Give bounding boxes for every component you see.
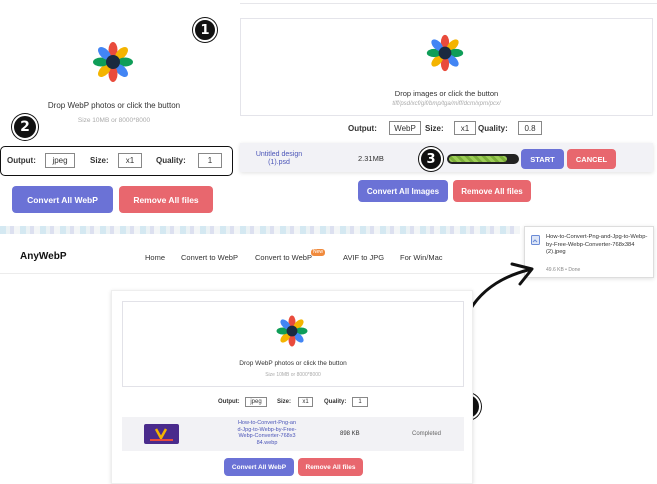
output-label: Output:	[7, 156, 36, 165]
file-size: 2.31MB	[358, 154, 384, 163]
progress-fill	[449, 156, 507, 162]
quality-label: Quality:	[478, 124, 508, 133]
drop-zone-text[interactable]: Drop images or click the button	[241, 89, 652, 98]
output-select[interactable]: WebP	[389, 121, 421, 135]
nav-link-convert-to-webp[interactable]: Convert to WebP	[181, 253, 238, 262]
remove-all-files-button[interactable]: Remove All files	[453, 180, 531, 202]
cancel-button[interactable]: CANCEL	[567, 149, 616, 169]
convert-all-images-button[interactable]: Convert All Images	[358, 180, 448, 202]
size-label: Size:	[90, 156, 109, 165]
drop-zone-text[interactable]: Drop WebP photos or click the button	[0, 101, 228, 110]
step-badge-1: 1	[193, 18, 217, 42]
file-row: How-to-Convert-Png-and-Jpg-to-Webp-by-Fr…	[122, 417, 464, 451]
size-hint: Size 10MB or 8000*8000	[265, 372, 321, 378]
flower-logo-icon	[276, 315, 308, 347]
formats-hint: tiff/psd/xcf/gif/bmp/tga/miff/dcm/xpm/pc…	[392, 101, 501, 107]
nav-link-avif-to-jpg[interactable]: AVIF to JPG	[343, 253, 384, 262]
drop-zone-text[interactable]: Drop WebP photos or click the button	[123, 360, 463, 367]
step-badge-3: 3	[419, 147, 443, 171]
convert-all-webp-button[interactable]: Convert All WebP	[12, 186, 113, 213]
start-button[interactable]: START	[521, 149, 564, 169]
step-badge-2: 2	[12, 114, 38, 140]
quality-label: Quality:	[156, 156, 186, 165]
blurred-divider	[0, 226, 520, 234]
file-status: Completed	[412, 431, 442, 437]
nav-link-for-win-mac[interactable]: For Win/Mac	[400, 253, 443, 262]
file-name: Untitled design (1).psd	[255, 151, 303, 166]
size-select[interactable]: x1	[298, 397, 313, 407]
output-select[interactable]: jpeg	[245, 397, 267, 407]
drop-zone[interactable]: Drop WebP photos or click the button Siz…	[122, 301, 464, 387]
download-status: 49.6 KB • Done	[546, 267, 581, 273]
site-header: AnyWebP Home Convert to WebP Convert to …	[0, 240, 520, 274]
file-thumbnail	[144, 424, 179, 444]
remove-all-files-button[interactable]: Remove All files	[119, 186, 213, 213]
site-logo[interactable]: AnyWebP	[20, 251, 67, 262]
download-file-name: How-to-Convert-Png-and-Jpg-to-Webp-by-Fr…	[546, 234, 648, 255]
output-label: Output:	[218, 399, 240, 405]
nav-link-home[interactable]: Home	[145, 253, 165, 262]
new-badge: New	[311, 249, 326, 256]
download-popup[interactable]: How-to-Convert-Png-and-Jpg-to-Webp-by-Fr…	[524, 226, 654, 278]
file-name: How-to-Convert-Png-and-Jpg-to-Webp-by-Fr…	[237, 420, 297, 446]
quality-input[interactable]: 1	[198, 153, 222, 168]
size-select[interactable]: x1	[118, 153, 142, 168]
quality-label: Quality:	[324, 399, 347, 405]
nav-link-convert-to-webp-new[interactable]: Convert to WebP	[255, 253, 312, 262]
size-label: Size:	[277, 399, 292, 405]
output-label: Output:	[348, 124, 377, 133]
file-size: 898 KB	[340, 431, 360, 437]
size-label: Size:	[425, 124, 444, 133]
flower-logo-icon	[426, 34, 464, 72]
progress-bar	[447, 154, 519, 164]
remove-all-files-button[interactable]: Remove All files	[298, 458, 363, 476]
thumbnail-logo-icon	[150, 428, 173, 441]
quality-input[interactable]: 1	[352, 397, 368, 407]
quality-input[interactable]: 0.8	[518, 121, 542, 135]
size-select[interactable]: x1	[454, 121, 476, 135]
image-file-icon	[531, 235, 540, 245]
top-strip	[240, 0, 657, 4]
panel-webp-converter-bottom: Drop WebP photos or click the button Siz…	[111, 290, 473, 484]
flower-logo-icon	[93, 42, 133, 82]
panel-image-upload: Drop images or click the button tiff/psd…	[240, 18, 653, 116]
convert-all-webp-button[interactable]: Convert All WebP	[224, 458, 294, 476]
output-select[interactable]: jpeg	[45, 153, 75, 168]
